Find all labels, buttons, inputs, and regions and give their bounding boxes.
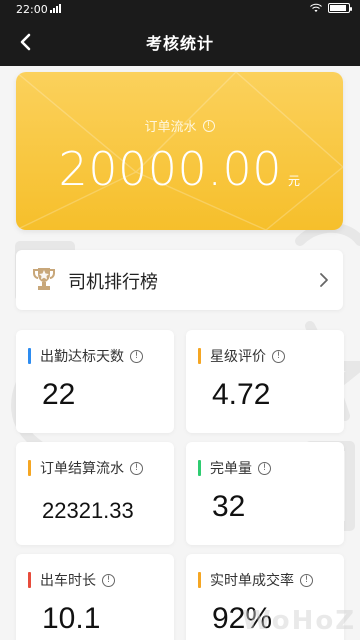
- accent-bar: [198, 572, 201, 588]
- star-rating-label: 星级评价 !: [210, 346, 285, 366]
- page-title: 考核统计: [145, 34, 214, 53]
- order-revenue-amount: 20000.00 元: [16, 142, 343, 196]
- realtime-order-conversion-label-text: 实时单成交率: [210, 573, 294, 589]
- watermark: WoHoZ: [242, 606, 354, 640]
- order-revenue-label: 订单流水 !: [16, 116, 343, 135]
- attendance-days-card[interactable]: 出勤达标天数 ! 22: [16, 330, 174, 433]
- trophy-icon: [33, 268, 55, 290]
- settlement-revenue-label: 订单结算流水 !: [40, 458, 143, 478]
- info-icon[interactable]: !: [130, 349, 143, 363]
- star-rating-label-text: 星级评价: [210, 349, 266, 365]
- info-icon[interactable]: !: [202, 119, 215, 132]
- accent-bar: [198, 348, 201, 364]
- wifi-icon: [310, 3, 322, 12]
- settlement-revenue-value: 22321.33: [42, 498, 134, 523]
- completed-orders-label: 完单量 !: [210, 458, 271, 478]
- settlement-revenue-card[interactable]: 订单结算流水 ! 22321.33: [16, 442, 174, 545]
- info-icon[interactable]: !: [130, 461, 143, 475]
- chevron-left-icon: [20, 33, 31, 51]
- nav-bar: 考核统计: [0, 18, 360, 66]
- completed-orders-card[interactable]: 完单量 ! 32: [186, 442, 344, 545]
- watermark-text: WoHoZ: [242, 606, 357, 636]
- battery-icon: [328, 3, 352, 13]
- status-time: 22:00: [16, 3, 48, 16]
- info-icon[interactable]: !: [300, 573, 313, 587]
- driving-hours-value: 10.1: [42, 602, 101, 635]
- back-button[interactable]: [12, 28, 40, 56]
- chevron-right-icon: [320, 273, 328, 287]
- info-icon[interactable]: !: [102, 573, 115, 587]
- order-revenue-card: 订单流水 ! 20000.00 元: [16, 72, 343, 230]
- info-icon[interactable]: !: [272, 349, 285, 363]
- order-revenue-label-text: 订单流水: [144, 120, 197, 135]
- driver-ranking-label: 司机排行榜: [68, 272, 158, 293]
- top-bar: 22:00 考核统计: [0, 0, 360, 66]
- currency-unit: 元: [287, 174, 301, 188]
- realtime-order-conversion-label: 实时单成交率 !: [210, 570, 313, 590]
- driving-hours-label: 出车时长 !: [40, 570, 115, 590]
- accent-bar: [28, 572, 31, 588]
- driver-ranking-entry[interactable]: 司机排行榜: [16, 250, 343, 310]
- info-icon[interactable]: !: [258, 461, 271, 475]
- settlement-revenue-label-text: 订单结算流水: [40, 461, 124, 477]
- order-revenue-value: 20000.00: [58, 142, 282, 196]
- driving-hours-label-text: 出车时长: [40, 573, 96, 589]
- star-rating-value: 4.72: [212, 378, 271, 411]
- attendance-days-label-text: 出勤达标天数: [40, 349, 124, 365]
- accent-bar: [28, 348, 31, 364]
- completed-orders-label-text: 完单量: [210, 461, 252, 477]
- accent-bar: [28, 460, 31, 476]
- status-bar: 22:00: [0, 0, 360, 18]
- star-rating-card[interactable]: 星级评价 ! 4.72: [186, 330, 344, 433]
- completed-orders-value: 32: [212, 490, 246, 523]
- signal-icon: [50, 3, 61, 13]
- driving-hours-card[interactable]: 出车时长 ! 10.1: [16, 554, 174, 640]
- attendance-days-label: 出勤达标天数 !: [40, 346, 143, 366]
- status-right: [310, 3, 352, 13]
- accent-bar: [198, 460, 201, 476]
- attendance-days-value: 22: [42, 378, 76, 411]
